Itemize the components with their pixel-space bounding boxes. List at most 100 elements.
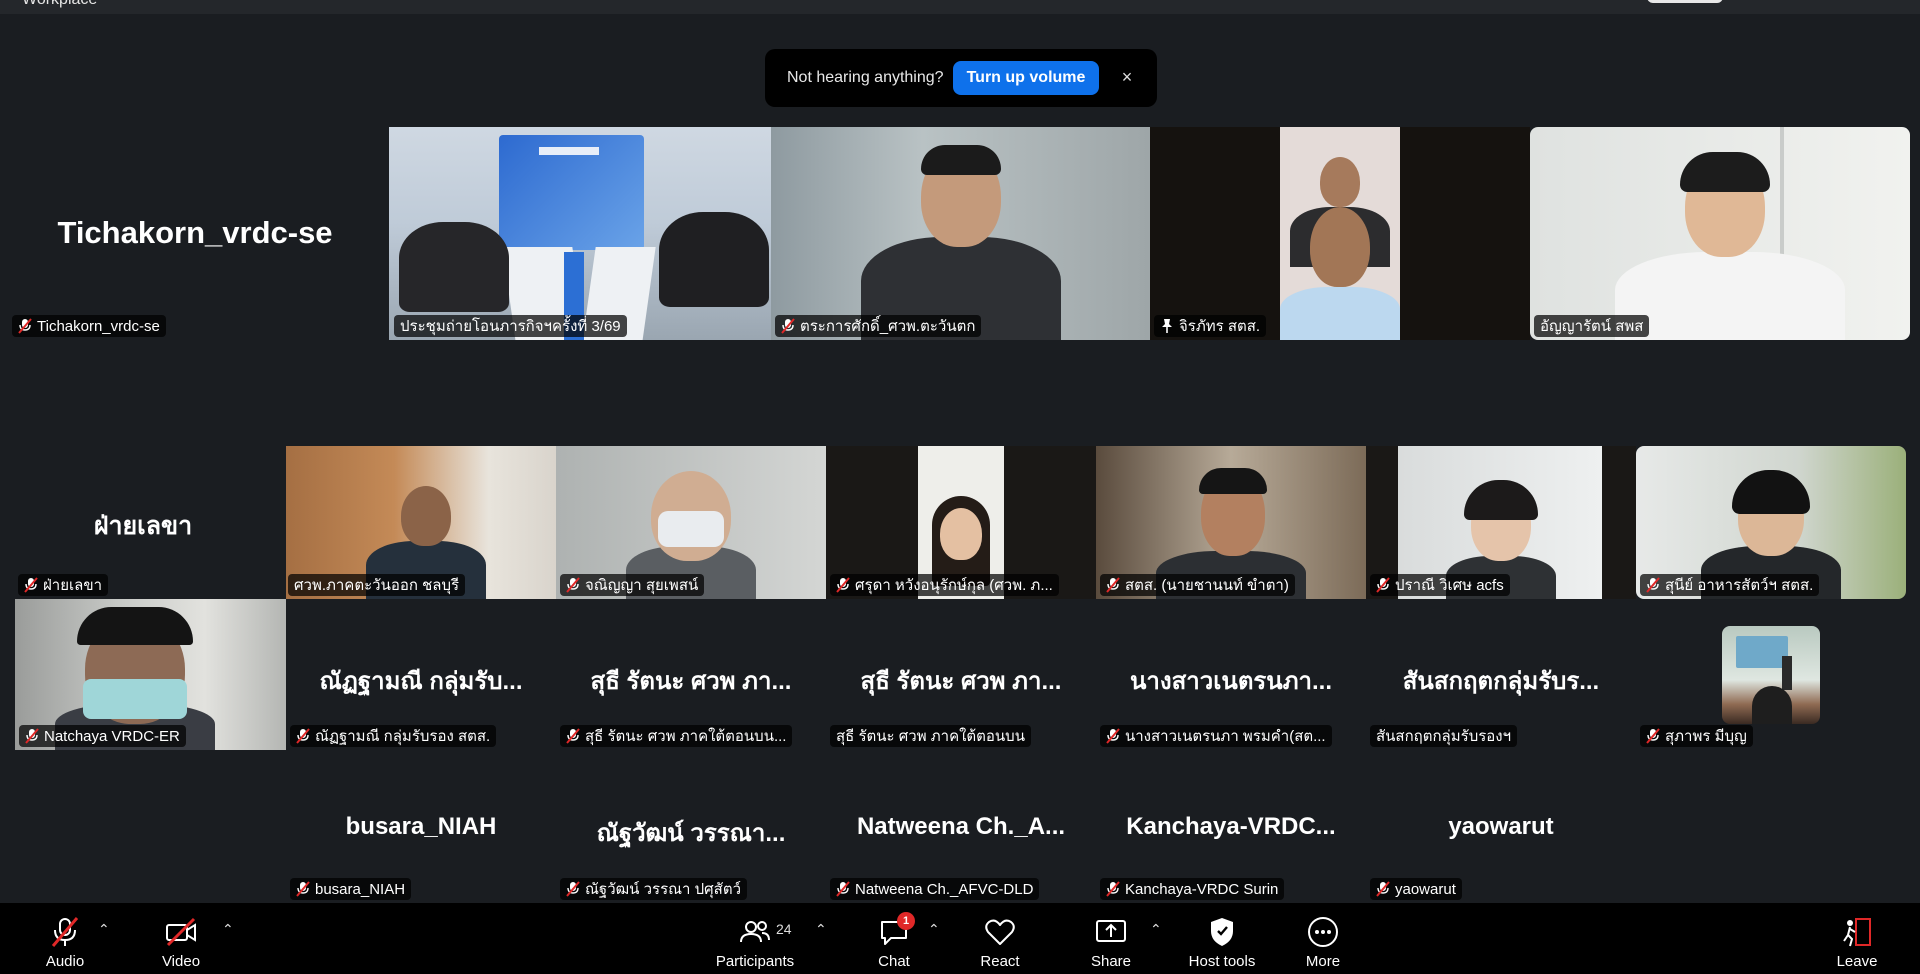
participant-name-label: Tichakorn_vrdc-se bbox=[12, 315, 166, 337]
participant-tile[interactable]: สันสกฤตกลุ่มรับร... สันสกฤตกลุ่มรับรองฯ bbox=[1366, 599, 1636, 750]
more-button[interactable]: More bbox=[1298, 903, 1348, 974]
mic-muted-icon bbox=[1106, 881, 1120, 897]
top-bar-button[interactable] bbox=[1647, 0, 1723, 3]
participant-tile[interactable]: นางสาวเนตรนภา... นางสาวเนตรนภา พรมคำ(สต.… bbox=[1096, 599, 1366, 750]
chat-label: Chat bbox=[878, 953, 910, 970]
close-icon[interactable]: × bbox=[1115, 65, 1139, 89]
participant-name-label: สันสกฤตกลุ่มรับรองฯ bbox=[1370, 725, 1518, 747]
participant-name-label: yaowarut bbox=[1370, 878, 1462, 900]
participant-tile[interactable]: busara_NIAH busara_NIAH bbox=[286, 750, 556, 903]
participant-video bbox=[1150, 127, 1530, 340]
participant-tile[interactable]: จิรภัทร สตส. bbox=[1150, 127, 1530, 340]
participants-button[interactable]: Participants bbox=[713, 903, 797, 974]
window-title-bar: Workplace bbox=[0, 0, 1920, 14]
participant-name-label: จณิญญา สุยเพสน์ bbox=[560, 574, 705, 596]
participant-tile[interactable]: ณัฐวัฒน์ วรรณา... ณัฐวัฒน์ วรรณา ปศุสัตว… bbox=[556, 750, 826, 903]
notification-message: Not hearing anything? bbox=[787, 69, 944, 86]
mic-muted-icon bbox=[566, 577, 580, 593]
participant-video bbox=[1530, 127, 1910, 340]
participant-name-label: สุภาพร มีบุญ bbox=[1640, 725, 1753, 747]
participants-options-caret[interactable]: ⌃ bbox=[815, 921, 827, 938]
participant-name-label: ศรุดา หวังอนุรักษ์กุล (ศวพ. ภ... bbox=[830, 574, 1059, 596]
pin-icon bbox=[1162, 319, 1172, 333]
mic-muted-icon bbox=[1106, 728, 1120, 744]
participant-tile[interactable]: Kanchaya-VRDC... Kanchaya-VRDC Surin bbox=[1096, 750, 1366, 903]
mic-muted-icon bbox=[1646, 577, 1660, 593]
more-options-icon bbox=[1308, 917, 1338, 947]
participant-tile[interactable]: ปราณี วิเศษ acfs bbox=[1366, 446, 1636, 599]
participant-name-label: สตส. (นายชานนท์ ขำตา) bbox=[1100, 574, 1295, 596]
meeting-room-video bbox=[389, 127, 771, 340]
audio-button[interactable]: Audio bbox=[40, 903, 90, 974]
participant-tile[interactable]: Tichakorn_vrdc-se Tichakorn_vrdc-se bbox=[0, 127, 390, 340]
participant-tile[interactable]: สุธี รัตนะ ศวพ ภา... สุธี รัตนะ ศวพ ภาคใ… bbox=[556, 599, 826, 750]
mic-muted-icon bbox=[296, 728, 310, 744]
turn-up-volume-button[interactable]: Turn up volume bbox=[953, 61, 1099, 95]
participant-display-name: นางสาวเนตรนภา... bbox=[1130, 668, 1332, 695]
participant-tile[interactable]: สตส. (นายชานนท์ ขำตา) bbox=[1096, 446, 1366, 599]
leave-button[interactable]: Leave bbox=[1832, 903, 1882, 974]
participant-tile[interactable]: Natweena Ch._A... Natweena Ch._AFVC-DLD bbox=[826, 750, 1096, 903]
participant-tile-active-speaker[interactable]: ประชุมถ่ายโอนภารกิจฯครั้งที่ 3/69 bbox=[389, 127, 771, 340]
camera-off-icon bbox=[166, 917, 196, 947]
participant-name-label: ประชุมถ่ายโอนภารกิจฯครั้งที่ 3/69 bbox=[394, 315, 627, 337]
participant-tile[interactable]: สุธี รัตนะ ศวพ ภา... สุธี รัตนะ ศวพ ภาคใ… bbox=[826, 599, 1096, 750]
audio-options-caret[interactable]: ⌃ bbox=[98, 921, 110, 938]
mic-muted-icon bbox=[836, 881, 850, 897]
participant-display-name: ฝ่ายเลขา bbox=[93, 512, 193, 540]
participant-display-name: สันสกฤตกลุ่มรับร... bbox=[1402, 668, 1600, 695]
mic-muted-icon bbox=[781, 318, 795, 334]
participant-display-name: Kanchaya-VRDC... bbox=[1126, 813, 1336, 840]
participant-display-name: busara_NIAH bbox=[345, 813, 497, 840]
share-screen-icon bbox=[1096, 920, 1126, 942]
leave-door-icon bbox=[1843, 918, 1871, 947]
participant-tile[interactable]: ตระการศักดิ์_ศวพ.ตะวันตก bbox=[771, 127, 1150, 340]
chat-options-caret[interactable]: ⌃ bbox=[928, 921, 940, 938]
participant-tile[interactable]: สุภาพร มีบุญ bbox=[1636, 599, 1906, 750]
mic-muted-icon bbox=[1376, 577, 1390, 593]
participant-display-name: ณัฐวัฒน์ วรรณา... bbox=[596, 820, 786, 847]
meeting-controls-toolbar: Audio ⌃ Video ⌃ Participants 24 ⌃ Chat 1… bbox=[0, 903, 1920, 974]
mic-muted-icon bbox=[1646, 728, 1660, 744]
mic-muted-icon bbox=[1106, 577, 1120, 593]
participant-name-label: Natweena Ch._AFVC-DLD bbox=[830, 878, 1040, 900]
participant-name-label: ศวพ.ภาคตะวันออก ชลบุรี bbox=[288, 574, 466, 596]
participant-name-label: busara_NIAH bbox=[290, 878, 412, 900]
share-label: Share bbox=[1090, 953, 1132, 970]
host-tools-button[interactable]: Host tools bbox=[1182, 903, 1262, 974]
video-button[interactable]: Video bbox=[156, 903, 206, 974]
participant-name-label: สุธี รัตนะ ศวพ ภาคใต้ตอนบน... bbox=[560, 725, 793, 747]
microphone-muted-icon bbox=[51, 917, 79, 947]
mic-muted-icon bbox=[25, 728, 39, 744]
share-options-caret[interactable]: ⌃ bbox=[1150, 921, 1162, 938]
mic-muted-icon bbox=[566, 881, 580, 897]
mic-muted-icon bbox=[566, 728, 580, 744]
participant-video bbox=[771, 127, 1150, 340]
share-button[interactable]: Share bbox=[1086, 903, 1136, 974]
participant-display-name: yaowarut bbox=[1448, 813, 1554, 840]
participant-name-label: อัญญารัตน์ สพส bbox=[1534, 315, 1650, 337]
audio-label: Audio bbox=[45, 953, 85, 970]
participant-tile[interactable]: ศรุดา หวังอนุรักษ์กุล (ศวพ. ภ... bbox=[826, 446, 1096, 599]
participant-tile[interactable]: สุนีย์ อาหารสัตว์ฯ สตส. bbox=[1636, 446, 1906, 599]
mic-muted-icon bbox=[296, 881, 310, 897]
participant-tile[interactable]: ฝ่ายเลขา ฝ่ายเลขา bbox=[0, 446, 286, 599]
participant-name-label: Natchaya VRDC-ER bbox=[19, 725, 186, 747]
participants-count: 24 bbox=[776, 921, 792, 937]
participant-tile[interactable]: ณัฏฐามณี กลุ่มรับ... ณัฏฐามณี กลุ่มรับรอ… bbox=[286, 599, 556, 750]
video-options-caret[interactable]: ⌃ bbox=[222, 921, 234, 938]
window-title: Workplace bbox=[22, 0, 97, 9]
participant-name-label: นางสาวเนตรนภา พรมคำ(สต... bbox=[1100, 725, 1332, 747]
participant-tile[interactable]: yaowarut yaowarut bbox=[1366, 750, 1636, 903]
participant-tile[interactable]: ศวพ.ภาคตะวันออก ชลบุรี bbox=[286, 446, 556, 599]
participants-icon bbox=[740, 921, 770, 943]
react-button[interactable]: React bbox=[975, 903, 1025, 974]
mic-muted-icon bbox=[1376, 881, 1390, 897]
chat-unread-badge: 1 bbox=[897, 912, 915, 930]
participant-name-label: สุธี รัตนะ ศวพ ภาคใต้ตอนบน bbox=[830, 725, 1031, 747]
participant-display-name: สุธี รัตนะ ศวพ ภา... bbox=[860, 668, 1062, 695]
participant-tile[interactable]: Natchaya VRDC-ER bbox=[15, 599, 286, 750]
participant-tile[interactable]: อัญญารัตน์ สพส bbox=[1530, 127, 1910, 340]
participant-tile[interactable]: จณิญญา สุยเพสน์ bbox=[556, 446, 826, 599]
participant-name-label: ณัฏฐามณี กลุ่มรับรอง สตส. bbox=[290, 725, 497, 747]
